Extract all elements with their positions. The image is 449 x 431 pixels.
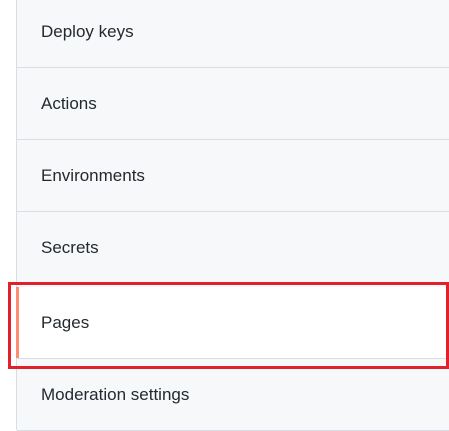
sidebar-item-moderation-settings[interactable]: Moderation settings — [17, 359, 449, 431]
sidebar-item-label: Moderation settings — [41, 384, 190, 404]
sidebar-item-deploy-keys[interactable]: Deploy keys — [17, 0, 449, 68]
sidebar-item-secrets[interactable]: Secrets — [17, 212, 449, 284]
settings-sidebar-menu: Deploy keys Actions Environments Secrets… — [16, 0, 449, 431]
sidebar-item-label: Pages — [41, 312, 90, 332]
sidebar-item-label: Environments — [41, 165, 145, 185]
sidebar-item-label: Deploy keys — [41, 21, 134, 41]
sidebar-item-label: Secrets — [41, 237, 99, 257]
sidebar-item-environments[interactable]: Environments — [17, 140, 449, 212]
sidebar-item-label: Actions — [41, 93, 97, 113]
sidebar-item-pages[interactable]: Pages — [16, 287, 449, 359]
sidebar-item-actions[interactable]: Actions — [17, 68, 449, 140]
